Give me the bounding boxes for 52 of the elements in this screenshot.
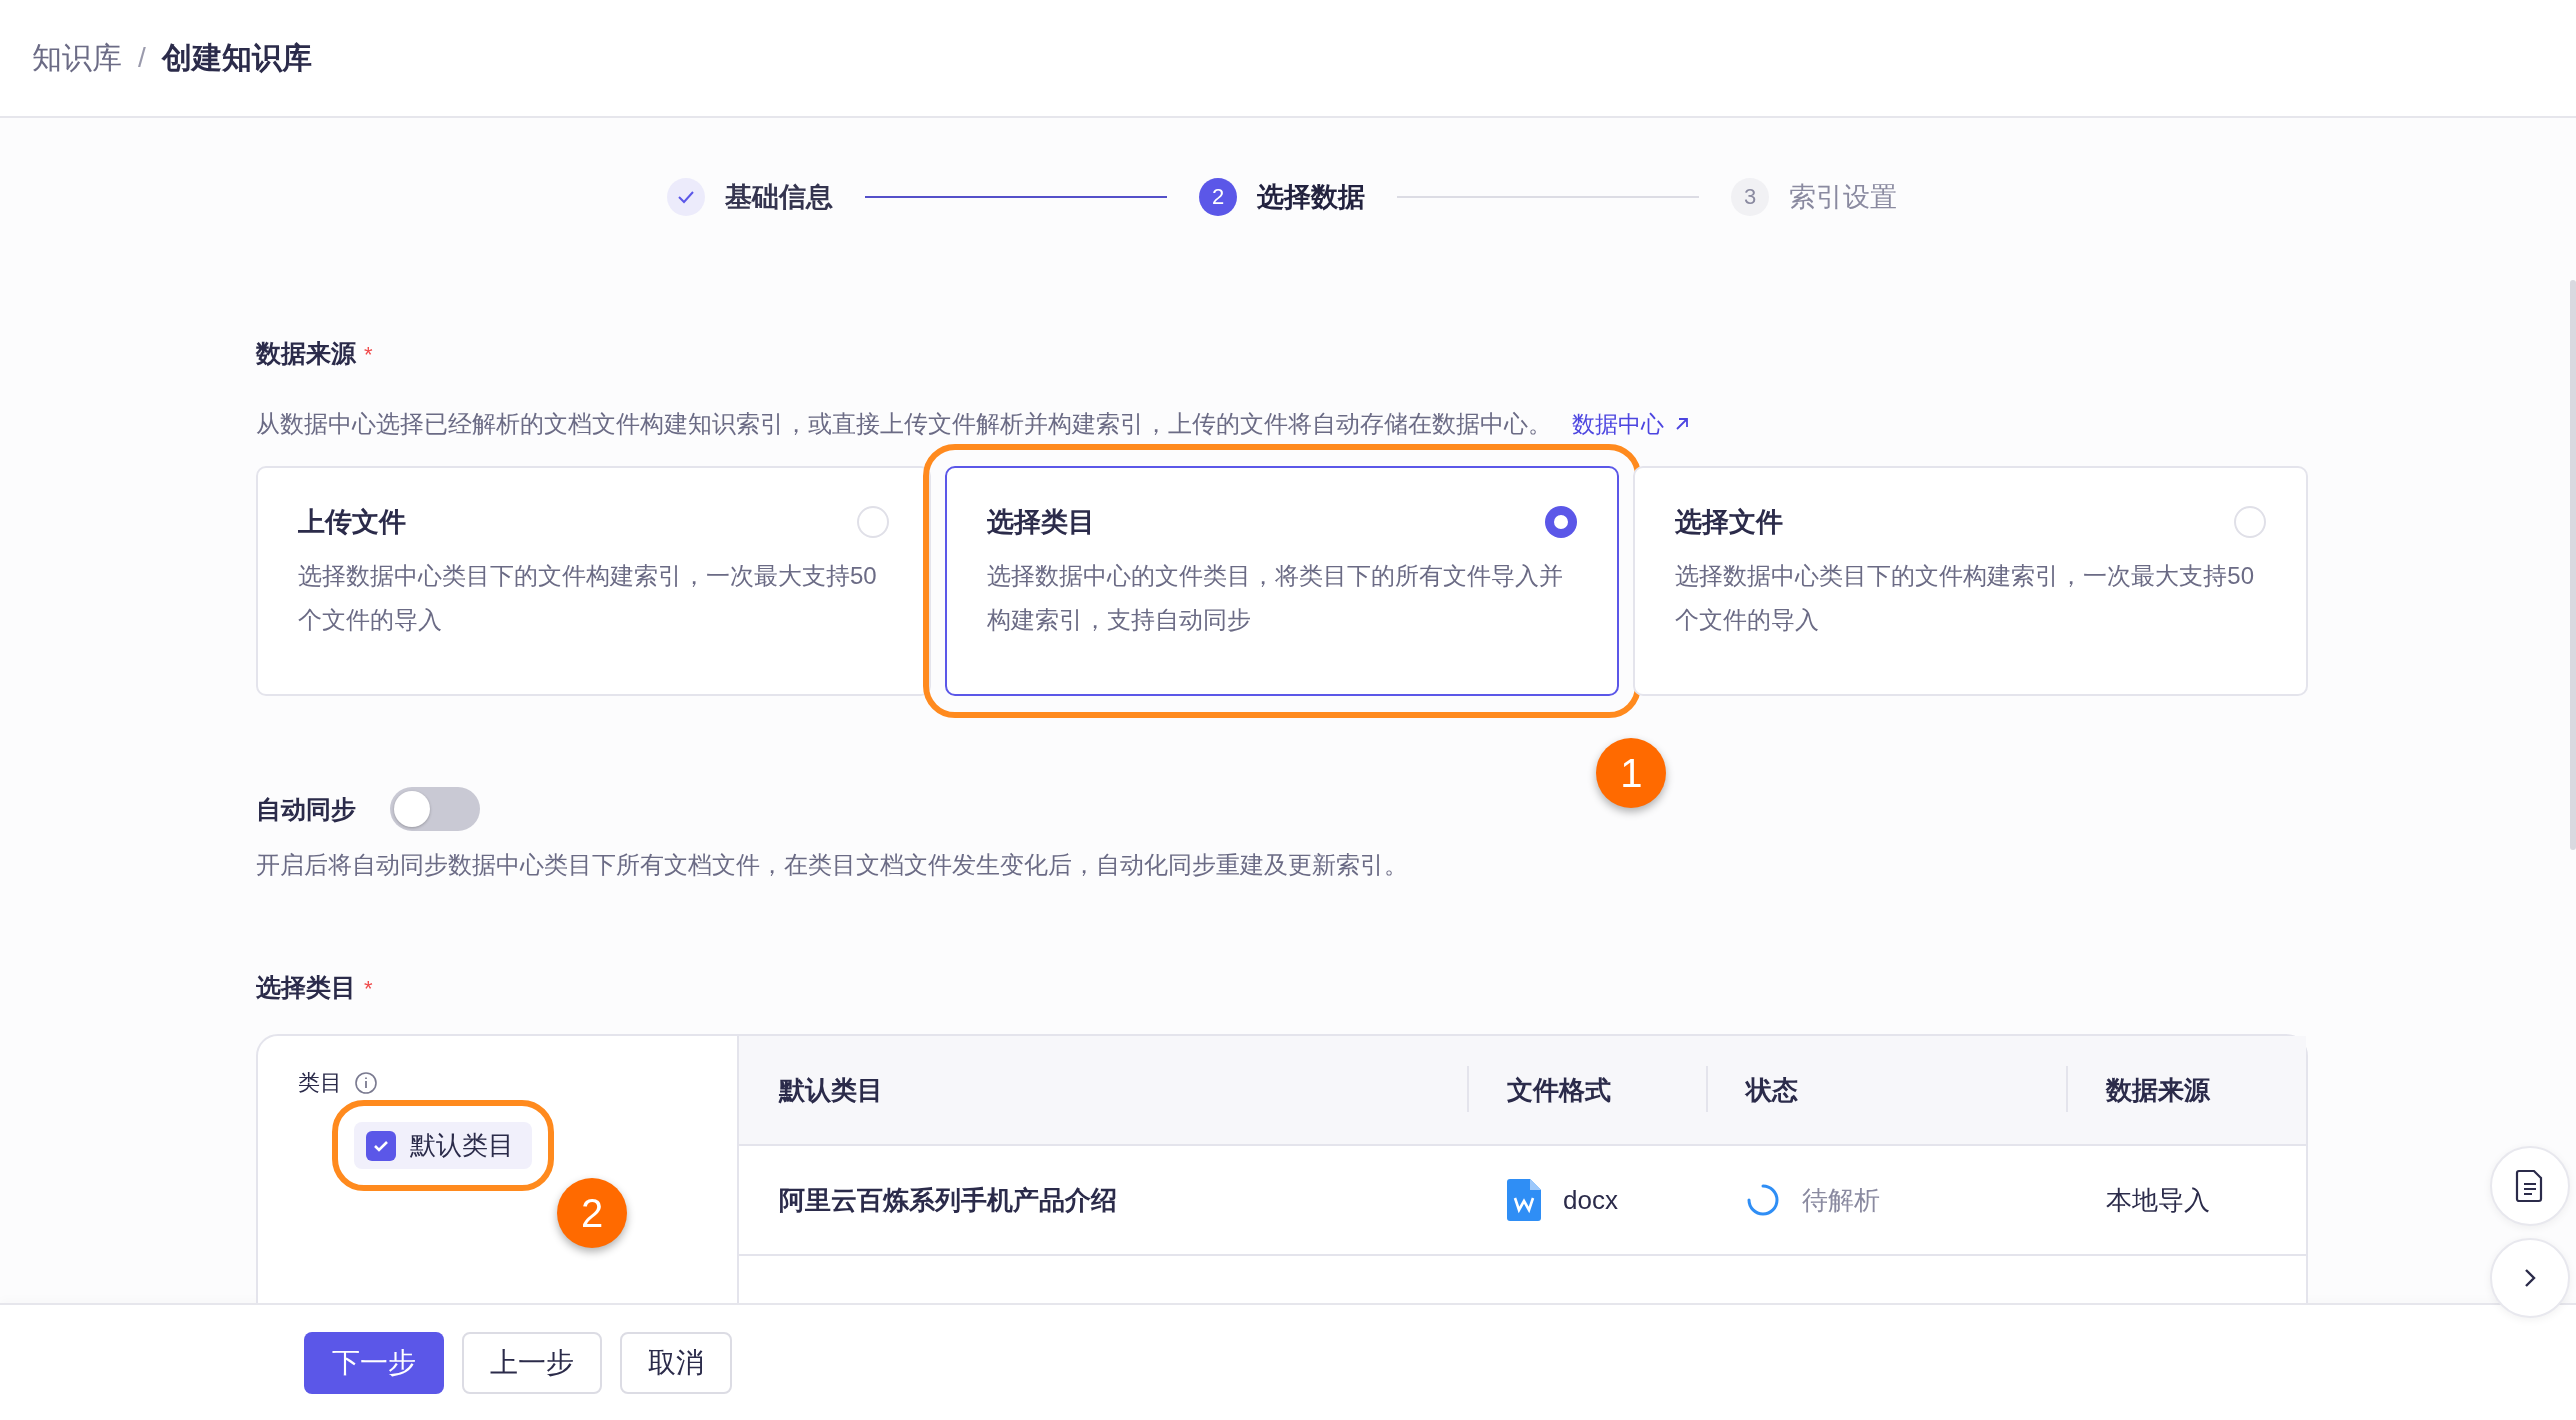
section-title: 数据来源 <box>256 338 356 369</box>
check-icon <box>667 178 705 216</box>
section-title: 选择类目 <box>256 972 356 1003</box>
auto-sync-label: 自动同步 <box>256 793 356 825</box>
step-label: 基础信息 <box>725 181 833 214</box>
footer-button[interactable]: 下一步 <box>304 1331 444 1394</box>
external-link-icon <box>1674 416 1690 432</box>
required-mark: * <box>364 342 373 368</box>
step-number: 2 <box>1199 178 1237 216</box>
column-header: 数据来源 <box>2106 1073 2210 1107</box>
option-description: 选择数据中心的文件类目，将类目下的所有文件导入并构建索引，支持自动同步 <box>986 561 1564 635</box>
description-text: 从数据中心选择已经解析的文档文件构建知识索引，或直接上传文件解析并构建索引，上传的文件将自动存储在数据中心。 <box>256 409 1552 439</box>
info-icon <box>354 1071 378 1095</box>
category-label: 类目 <box>298 1069 342 1097</box>
category-name: 默认类目 <box>410 1129 514 1162</box>
file-name: 阿里云百炼系列手机产品介绍 <box>779 1183 1117 1217</box>
option-description: 选择数据中心类目下的文件构建索引，一次最大支持50个文件的导入 <box>1675 561 2256 635</box>
document-icon <box>2515 1169 2545 1203</box>
step-number: 3 <box>1731 178 1769 216</box>
file-format: docx <box>1563 1184 1618 1216</box>
checkbox[interactable] <box>366 1130 396 1161</box>
step-label: 选择数据 <box>1257 181 1365 214</box>
breadcrumb-item[interactable]: 知识库 <box>32 37 122 79</box>
source-option-card[interactable]: 选择类目 选择数据中心的文件类目，将类目下的所有文件导入并构建索引，支持自动同步 <box>944 466 1620 696</box>
annotation-badge: 1 <box>1596 738 1667 808</box>
column-header: 状态 <box>1746 1073 1798 1107</box>
word-file-icon <box>1507 1179 1541 1221</box>
radio-button[interactable] <box>856 506 889 538</box>
parse-status: 待解析 <box>1802 1183 1880 1217</box>
radio-button[interactable] <box>2234 506 2266 538</box>
source-option-card[interactable]: 上传文件 选择数据中心类目下的文件构建索引，一次最大支持50个文件的导入 <box>256 466 931 696</box>
option-title: 选择文件 <box>1675 506 1784 539</box>
footer-button[interactable]: 取消 <box>620 1331 732 1394</box>
required-mark: * <box>364 976 373 1002</box>
column-header: 默认类目 <box>779 1073 883 1107</box>
column-header: 文件格式 <box>1507 1073 1611 1107</box>
spinner-icon <box>1746 1183 1780 1217</box>
auto-sync-toggle[interactable] <box>390 787 480 831</box>
breadcrumb-item: 创建知识库 <box>161 39 312 76</box>
breadcrumb-separator: / <box>138 42 146 74</box>
option-title: 上传文件 <box>298 506 406 539</box>
option-title: 选择类目 <box>986 506 1095 539</box>
category-chip[interactable]: 默认类目 <box>354 1122 532 1169</box>
footer-button[interactable]: 上一步 <box>462 1331 602 1394</box>
source-option-card[interactable]: 选择文件 选择数据中心类目下的文件构建索引，一次最大支持50个文件的导入 <box>1633 466 2308 696</box>
radio-button[interactable] <box>1545 506 1578 538</box>
annotation-badge: 2 <box>557 1178 627 1248</box>
step-label: 索引设置 <box>1789 181 1897 214</box>
data-center-link[interactable]: 数据中心 <box>1572 408 1690 440</box>
data-source: 本地导入 <box>2106 1183 2210 1217</box>
auto-sync-description: 开启后将自动同步数据中心类目下所有文档文件，在类目文档文件发生变化后，自动化同步重建及更新索引。 <box>256 850 1409 880</box>
option-description: 选择数据中心类目下的文件构建索引，一次最大支持50个文件的导入 <box>298 561 878 635</box>
